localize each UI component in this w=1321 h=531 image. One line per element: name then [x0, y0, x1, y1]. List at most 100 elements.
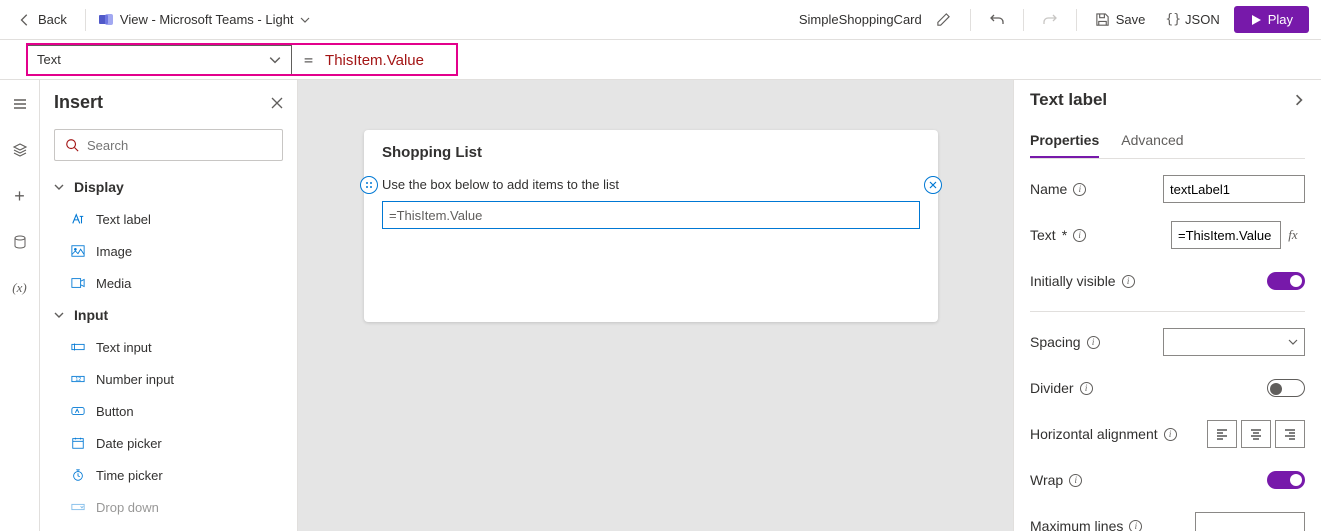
formula-input[interactable]: ThisItem.Value — [325, 51, 1321, 69]
braces-icon: {} — [1165, 12, 1181, 27]
category-label: Input — [74, 307, 108, 323]
align-right-button[interactable] — [1275, 420, 1305, 448]
align-center-button[interactable] — [1241, 420, 1271, 448]
align-right-icon — [1283, 427, 1297, 441]
wrap-toggle[interactable] — [1267, 471, 1305, 489]
search-box[interactable] — [54, 129, 283, 161]
prop-wrap-label: Wrap — [1030, 472, 1063, 488]
theme-label: View - Microsoft Teams - Light — [120, 12, 294, 27]
chevron-down-icon — [300, 15, 310, 25]
info-icon[interactable]: i — [1087, 336, 1100, 349]
item-label: Number input — [96, 372, 174, 387]
insert-text-input[interactable]: Text input — [40, 331, 297, 363]
visible-toggle[interactable] — [1267, 272, 1305, 290]
insert-media[interactable]: Media — [40, 267, 297, 299]
arrow-left-icon — [18, 13, 32, 27]
info-icon[interactable]: i — [1129, 520, 1142, 531]
redo-button[interactable] — [1036, 6, 1064, 34]
drop-down-icon — [70, 499, 86, 515]
tab-properties[interactable]: Properties — [1030, 124, 1099, 158]
play-label: Play — [1268, 12, 1293, 27]
align-left-button[interactable] — [1207, 420, 1237, 448]
hamburger-icon — [12, 96, 28, 112]
prop-text-label: Text — [1030, 227, 1056, 243]
info-icon[interactable]: i — [1069, 474, 1082, 487]
info-icon[interactable]: i — [1080, 382, 1093, 395]
back-label: Back — [38, 12, 67, 27]
text-input[interactable] — [1171, 221, 1281, 249]
database-icon — [12, 234, 28, 250]
rail-insert-button[interactable]: + — [4, 180, 36, 212]
chevron-down-icon — [269, 54, 281, 66]
text-input-icon — [70, 339, 86, 355]
variable-icon: (x) — [12, 280, 26, 296]
fx-button[interactable]: fx — [1281, 221, 1305, 249]
rail-hamburger-button[interactable] — [4, 88, 36, 120]
rail-variables-button[interactable]: (x) — [4, 272, 36, 304]
insert-text-label[interactable]: Text label — [40, 203, 297, 235]
json-button[interactable]: {} JSON — [1159, 8, 1225, 31]
instruction-text: Use the box below to add items to the li… — [364, 175, 938, 195]
search-input[interactable] — [87, 138, 272, 153]
name-input[interactable] — [1163, 175, 1305, 203]
rail-data-button[interactable] — [4, 226, 36, 258]
app-name: SimpleShoppingCard — [799, 12, 922, 27]
close-icon — [271, 97, 283, 109]
insert-image[interactable]: Image — [40, 235, 297, 267]
spacing-dropdown[interactable] — [1163, 328, 1305, 356]
save-button[interactable]: Save — [1089, 8, 1152, 31]
info-icon[interactable]: i — [1122, 275, 1135, 288]
value-preview: =ThisItem.Value — [389, 208, 482, 223]
divider-toggle[interactable] — [1267, 379, 1305, 397]
back-button[interactable]: Back — [12, 8, 73, 31]
item-label: Button — [96, 404, 134, 419]
max-lines-input[interactable] — [1195, 512, 1305, 531]
category-label: Display — [74, 179, 124, 195]
play-button[interactable]: Play — [1234, 6, 1309, 33]
design-canvas[interactable]: Shopping List Use the box below to add i… — [298, 80, 1013, 531]
insert-button[interactable]: Button — [40, 395, 297, 427]
insert-title: Insert — [54, 92, 103, 113]
rail-layers-button[interactable] — [4, 134, 36, 166]
tab-advanced[interactable]: Advanced — [1121, 124, 1183, 158]
edit-name-button[interactable] — [930, 6, 958, 34]
info-icon[interactable]: i — [1073, 183, 1086, 196]
expand-props-button[interactable] — [1293, 94, 1305, 106]
move-handle[interactable] — [360, 176, 378, 194]
delete-handle[interactable] — [924, 176, 942, 194]
item-label: Date picker — [96, 436, 162, 451]
property-selector[interactable]: Text — [26, 45, 292, 75]
close-panel-button[interactable] — [271, 97, 283, 109]
info-icon[interactable]: i — [1164, 428, 1177, 441]
svg-text:12: 12 — [75, 377, 81, 383]
category-input[interactable]: Input — [40, 299, 297, 331]
category-display[interactable]: Display — [40, 171, 297, 203]
align-center-icon — [1249, 427, 1263, 441]
plus-icon: + — [14, 186, 25, 207]
property-selector-value: Text — [37, 52, 61, 67]
prop-divider-label: Divider — [1030, 380, 1074, 396]
theme-dropdown[interactable]: View - Microsoft Teams - Light — [98, 12, 310, 28]
insert-time-picker[interactable]: Time picker — [40, 459, 297, 491]
align-left-icon — [1215, 427, 1229, 441]
prop-visible-label: Initially visible — [1030, 273, 1116, 289]
date-picker-icon — [70, 435, 86, 451]
button-icon — [70, 403, 86, 419]
props-title: Text label — [1030, 90, 1107, 110]
teams-icon — [98, 12, 114, 28]
item-label: Image — [96, 244, 132, 259]
item-label: Text label — [96, 212, 151, 227]
divider — [1076, 9, 1077, 31]
selected-textlabel[interactable]: =ThisItem.Value — [382, 201, 920, 229]
chevron-down-icon — [54, 182, 66, 192]
prop-name-label: Name — [1030, 181, 1067, 197]
divider — [1023, 9, 1024, 31]
insert-number-input[interactable]: 12 Number input — [40, 363, 297, 395]
insert-date-picker[interactable]: Date picker — [40, 427, 297, 459]
info-icon[interactable]: i — [1073, 229, 1086, 242]
card-preview[interactable]: Shopping List Use the box below to add i… — [364, 130, 938, 322]
insert-drop-down[interactable]: Drop down — [40, 491, 297, 523]
image-icon — [70, 243, 86, 259]
undo-button[interactable] — [983, 6, 1011, 34]
item-label: Drop down — [96, 500, 159, 515]
